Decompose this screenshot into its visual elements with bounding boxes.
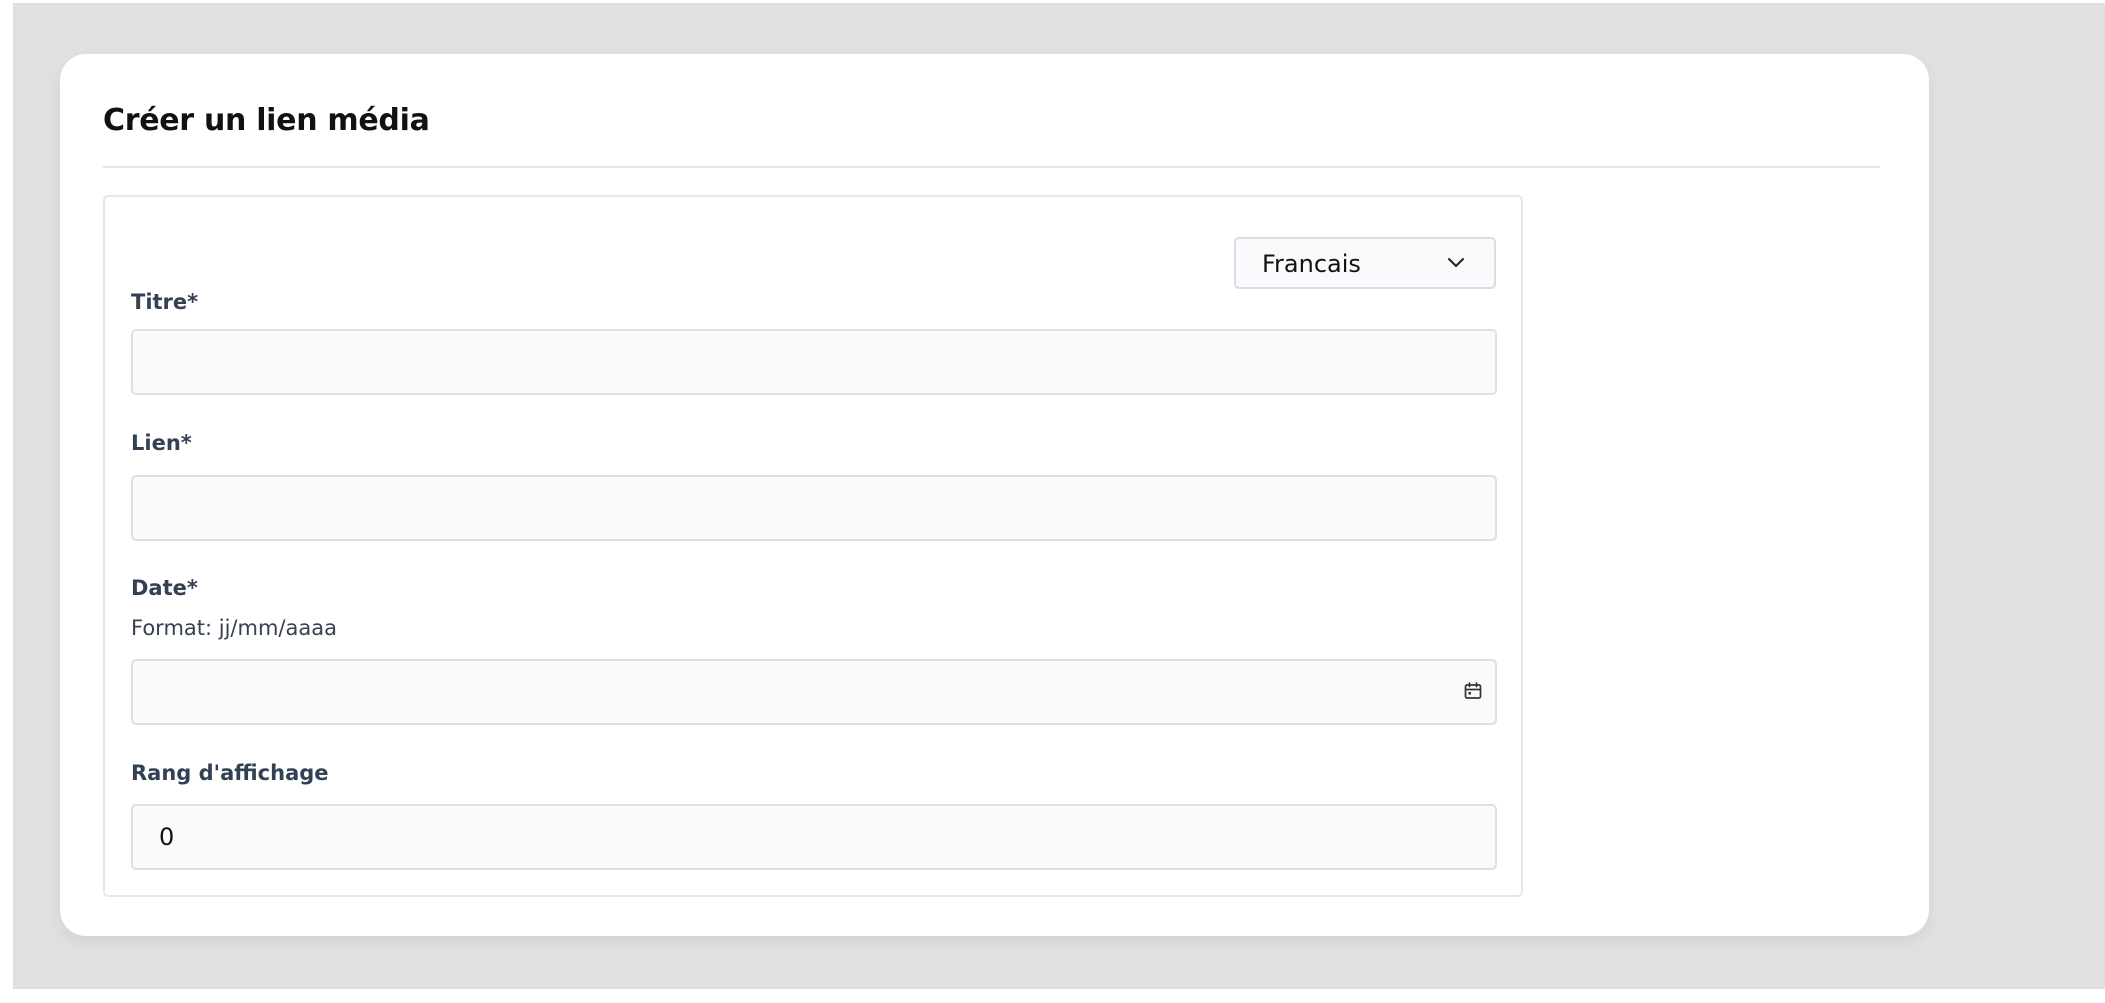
date-label: Date*: [131, 576, 198, 600]
chevron-down-icon: [1448, 258, 1464, 267]
language-select[interactable]: Francais: [1234, 237, 1496, 289]
language-select-value: Francais: [1262, 250, 1361, 278]
title-input[interactable]: [131, 329, 1497, 395]
date-input[interactable]: [131, 659, 1497, 725]
display-rank-label: Rang d'affichage: [131, 761, 329, 785]
date-field: [131, 659, 1497, 725]
title-divider: [103, 166, 1880, 168]
title-label: Titre*: [131, 290, 199, 314]
page-title: Créer un lien média: [103, 103, 430, 138]
link-input[interactable]: [131, 475, 1497, 541]
link-label: Lien*: [131, 431, 192, 455]
calendar-icon[interactable]: [1463, 681, 1483, 701]
display-rank-input[interactable]: [131, 804, 1497, 870]
date-format-hint: Format: jj/mm/aaaa: [131, 616, 337, 640]
form-panel: [103, 195, 1523, 897]
